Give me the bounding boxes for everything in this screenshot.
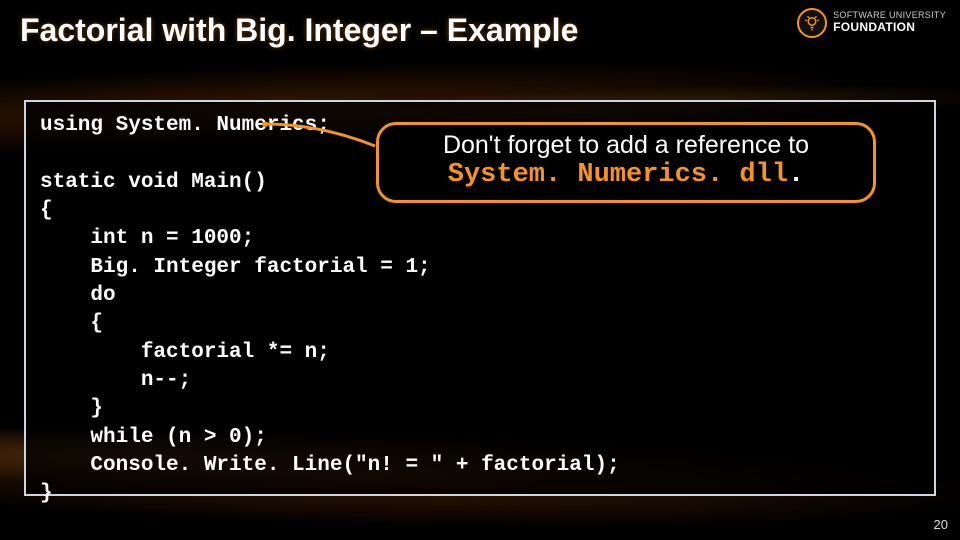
callout-period: .: [788, 160, 804, 190]
code-line: Big. Integer factorial = 1;: [40, 256, 431, 279]
code-line: factorial *= n;: [40, 341, 330, 364]
code-line: while (n > 0);: [40, 426, 267, 449]
code-line: Console. Write. Line("n! = " + factorial…: [40, 454, 620, 477]
logo-line2: FOUNDATION: [833, 21, 946, 34]
code-line: {: [40, 199, 53, 222]
code-line: int n = 1000;: [40, 227, 254, 250]
slide-number: 20: [934, 517, 948, 532]
code-line: }: [40, 482, 53, 505]
code-line: do: [40, 284, 116, 307]
callout-line1: Don't forget to add a reference to: [393, 131, 859, 160]
logo-text: SOFTWARE UNIVERSITY FOUNDATION: [833, 11, 946, 34]
code-line: static void Main(): [40, 171, 267, 194]
callout-code-text: System. Numerics. dll: [448, 160, 788, 190]
slide-title: Factorial with Big. Integer – Example: [20, 12, 578, 49]
code-line: using System. Numerics;: [40, 114, 330, 137]
code-line: }: [40, 397, 103, 420]
callout-box: Don't forget to add a reference to Syste…: [376, 122, 876, 203]
code-line: n--;: [40, 369, 191, 392]
code-line: {: [40, 312, 103, 335]
lightbulb-icon: [797, 8, 827, 38]
callout-line2: System. Numerics. dll.: [393, 160, 859, 190]
logo: SOFTWARE UNIVERSITY FOUNDATION: [797, 8, 946, 38]
